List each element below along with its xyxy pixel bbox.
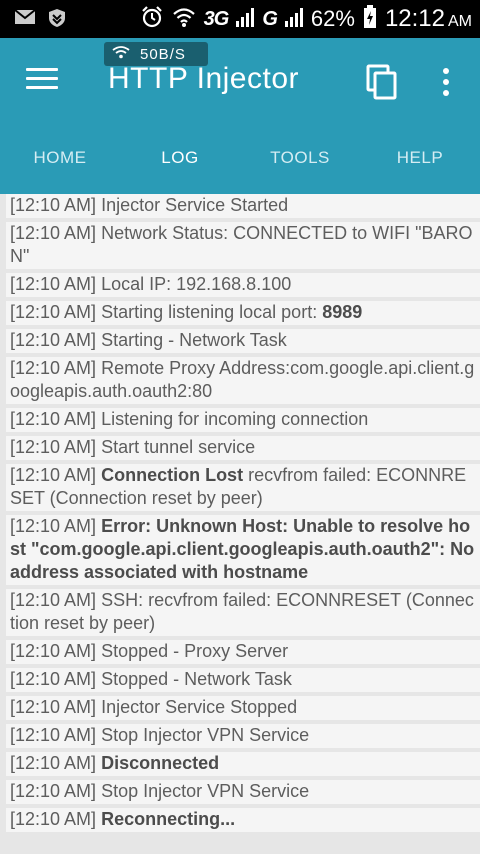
tab-log[interactable]: LOG — [120, 136, 240, 180]
log-timestamp: [12:10 AM] — [10, 590, 97, 610]
log-entry: [12:10 AM] Error: Unknown Host: Unable t… — [6, 515, 480, 585]
log-timestamp: [12:10 AM] — [10, 274, 97, 294]
tab-help[interactable]: HELP — [360, 136, 480, 180]
log-timestamp: [12:10 AM] — [10, 809, 97, 829]
log-entry: [12:10 AM] Stop Injector VPN Service — [6, 724, 480, 748]
network-type-1: 3G — [203, 7, 230, 30]
log-timestamp: [12:10 AM] — [10, 516, 97, 536]
log-message: Start tunnel service — [101, 437, 256, 457]
log-entry: [12:10 AM] Connection Lost recvfrom fail… — [6, 464, 480, 511]
log-list[interactable]: [12:10 AM] Injector Service Started [12:1… — [0, 194, 480, 854]
clock: 12:12 AM — [384, 5, 472, 32]
alarm-icon — [140, 5, 164, 34]
copy-icon[interactable] — [364, 62, 400, 102]
more-vert-icon[interactable] — [436, 64, 456, 100]
wifi-icon — [172, 6, 196, 33]
log-message: Stopped - Network Task — [101, 669, 292, 689]
wifi-icon — [112, 45, 130, 63]
log-message: Injector Service Stopped — [101, 697, 298, 717]
log-message: Stop Injector VPN Service — [101, 725, 310, 745]
log-entry: [12:10 AM] Remote Proxy Address:com.goog… — [6, 357, 480, 404]
log-message: Stop Injector VPN Service — [101, 781, 310, 801]
battery-charging-icon — [363, 4, 377, 34]
tab-home[interactable]: HOME — [0, 136, 120, 180]
log-message: Local IP: 192.168.8.100 — [101, 274, 292, 294]
log-entry: [12:10 AM] Start tunnel service — [6, 436, 480, 460]
tab-bar: HOME LOG TOOLS HELP — [0, 136, 480, 180]
battery-percent: 62% — [310, 6, 355, 31]
log-timestamp: [12:10 AM] — [10, 409, 97, 429]
log-port: 8989 — [322, 302, 363, 322]
log-highlight: Disconnected — [101, 753, 220, 773]
log-entry: [12:10 AM] Injector Service Started — [6, 194, 480, 218]
shield-download-icon — [48, 8, 66, 33]
log-message: Injector Service Started — [101, 195, 289, 215]
signal-icon — [236, 7, 255, 32]
log-timestamp: [12:10 AM] — [10, 223, 97, 243]
speed-text: 50B/S — [140, 45, 186, 63]
email-icon — [14, 8, 36, 33]
log-message: Listening for incoming connection — [101, 409, 369, 429]
log-entry: [12:10 AM] Injector Service Stopped — [6, 696, 480, 720]
log-timestamp: [12:10 AM] — [10, 753, 97, 773]
log-timestamp: [12:10 AM] — [10, 330, 97, 350]
network-type-2: G — [262, 7, 278, 30]
log-timestamp: [12:10 AM] — [10, 725, 97, 745]
log-entry: [12:10 AM] Starting listening local port… — [6, 301, 480, 325]
log-timestamp: [12:10 AM] — [10, 358, 97, 378]
log-entry: [12:10 AM] Reconnecting... — [6, 808, 480, 832]
tab-tools[interactable]: TOOLS — [240, 136, 360, 180]
log-entry: [12:10 AM] Listening for incoming connec… — [6, 408, 480, 432]
log-message: Stopped - Proxy Server — [101, 641, 289, 661]
log-entry: [12:10 AM] Starting - Network Task — [6, 329, 480, 353]
log-entry: [12:10 AM] Disconnected — [6, 752, 480, 776]
log-timestamp: [12:10 AM] — [10, 437, 97, 457]
menu-icon[interactable] — [26, 68, 58, 94]
log-timestamp: [12:10 AM] — [10, 195, 97, 215]
log-timestamp: [12:10 AM] — [10, 697, 97, 717]
log-timestamp: [12:10 AM] — [10, 669, 97, 689]
log-entry: [12:10 AM] Stopped - Network Task — [6, 668, 480, 692]
log-entry: [12:10 AM] Stopped - Proxy Server — [6, 640, 480, 664]
log-highlight: Connection Lost — [101, 465, 244, 485]
log-entry: [12:10 AM] Stop Injector VPN Service — [6, 780, 480, 804]
log-timestamp: [12:10 AM] — [10, 641, 97, 661]
log-entry: [12:10 AM] Network Status: CONNECTED to … — [6, 222, 480, 269]
log-entry: [12:10 AM] Local IP: 192.168.8.100 — [6, 273, 480, 297]
log-timestamp: [12:10 AM] — [10, 465, 97, 485]
log-timestamp: [12:10 AM] — [10, 781, 97, 801]
app-bar: 50B/S HTTP Injector HOME LOG TOOLS HELP — [0, 38, 480, 194]
log-message: Starting - Network Task — [101, 330, 287, 350]
status-bar: 3G G 62% 12:12 AM — [0, 0, 480, 38]
log-highlight: Reconnecting... — [101, 809, 236, 829]
log-timestamp: [12:10 AM] — [10, 302, 97, 322]
log-message: Starting listening local port: — [101, 302, 323, 322]
log-entry: [12:10 AM] SSH: recvfrom failed: ECONNRE… — [6, 589, 480, 636]
app-title: HTTP Injector — [108, 62, 299, 95]
signal-icon-2 — [284, 7, 303, 32]
